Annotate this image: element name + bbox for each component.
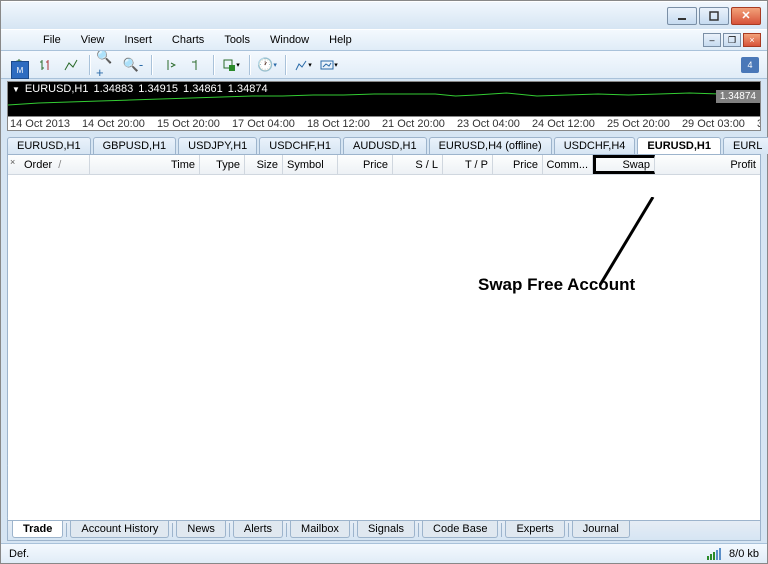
menu-view[interactable]: View bbox=[71, 32, 115, 48]
bar-chart-icon[interactable] bbox=[33, 54, 57, 76]
tab-usdjpy-h1[interactable]: USDJPY,H1 bbox=[178, 137, 257, 154]
btab-codebase[interactable]: Code Base bbox=[422, 521, 498, 538]
btab-journal[interactable]: Journal bbox=[572, 521, 630, 538]
column-headers: Order / Time Type Size Symbol Price S / … bbox=[8, 155, 760, 175]
col-order[interactable]: Order / bbox=[20, 155, 90, 174]
periods-icon[interactable]: 🕐▾ bbox=[255, 54, 279, 76]
statusbar: Def. 8/0 kb bbox=[1, 543, 767, 563]
annotation-arrow bbox=[595, 197, 655, 287]
timeline-tick: 21 Oct 20:00 bbox=[382, 118, 445, 130]
child-restore-button[interactable]: ❐ bbox=[723, 33, 741, 47]
col-price1[interactable]: Price bbox=[338, 155, 393, 174]
child-close-button[interactable]: × bbox=[743, 33, 761, 47]
col-swap[interactable]: Swap bbox=[593, 155, 655, 174]
col-tp[interactable]: T / P bbox=[443, 155, 493, 174]
chart-timeline: 14 Oct 2013 14 Oct 20:00 15 Oct 20:00 17… bbox=[7, 117, 761, 131]
templates-icon[interactable]: ▾ bbox=[291, 54, 315, 76]
minimize-button[interactable] bbox=[667, 7, 697, 25]
indicators-icon[interactable]: ▾ bbox=[219, 54, 243, 76]
timeline-tick: 14 Oct 2013 bbox=[10, 118, 70, 130]
btab-signals[interactable]: Signals bbox=[357, 521, 415, 538]
col-time[interactable]: Time bbox=[90, 155, 200, 174]
menu-help[interactable]: Help bbox=[319, 32, 362, 48]
status-traffic: 8/0 kb bbox=[729, 548, 759, 560]
btab-alerts[interactable]: Alerts bbox=[233, 521, 283, 538]
col-sl[interactable]: S / L bbox=[393, 155, 443, 174]
app-icon: M bbox=[11, 61, 29, 79]
terminal-tabs: Trade Account History News Alerts Mailbo… bbox=[8, 520, 760, 540]
tab-eurusd-h4-offline[interactable]: EURUSD,H4 (offline) bbox=[429, 137, 552, 154]
scroll-chart-icon[interactable] bbox=[157, 54, 181, 76]
timeline-tick: 23 Oct 04:00 bbox=[457, 118, 520, 130]
menu-insert[interactable]: Insert bbox=[114, 32, 162, 48]
timeline-tick: 25 Oct 20:00 bbox=[607, 118, 670, 130]
menu-window[interactable]: Window bbox=[260, 32, 319, 48]
notification-badge[interactable]: 4 bbox=[741, 57, 759, 73]
btab-mailbox[interactable]: Mailbox bbox=[290, 521, 350, 538]
titlebar: ✕ bbox=[1, 1, 767, 29]
menubar: M File View Insert Charts Tools Window H… bbox=[1, 29, 767, 51]
col-commission[interactable]: Comm... bbox=[543, 155, 593, 174]
btab-experts[interactable]: Experts bbox=[505, 521, 564, 538]
tab-audusd-h1[interactable]: AUDUSD,H1 bbox=[343, 137, 427, 154]
btab-trade[interactable]: Trade bbox=[12, 521, 63, 538]
tab-overflow[interactable]: EURL bbox=[723, 137, 768, 154]
mini-chart[interactable]: ▼ EURUSD,H1 1.34883 1.34915 1.34861 1.34… bbox=[7, 81, 761, 117]
col-profit[interactable]: Profit bbox=[655, 155, 760, 174]
timeline-tick: 18 Oct 12:00 bbox=[307, 118, 370, 130]
tab-eurusd-h1[interactable]: EURUSD,H1 bbox=[7, 137, 91, 154]
chart-price-label: 1.34874 bbox=[716, 90, 760, 103]
col-symbol[interactable]: Symbol bbox=[283, 155, 338, 174]
btab-news[interactable]: News bbox=[176, 521, 226, 538]
status-left: Def. bbox=[9, 548, 29, 560]
close-button[interactable]: ✕ bbox=[731, 7, 761, 25]
connection-bars-icon[interactable] bbox=[707, 548, 721, 560]
zoom-out-icon[interactable]: 🔍- bbox=[121, 54, 145, 76]
tab-gbpusd-h1[interactable]: GBPUSD,H1 bbox=[93, 137, 177, 154]
terminal-body: Swap Free Account bbox=[8, 175, 760, 520]
tab-usdchf-h4[interactable]: USDCHF,H4 bbox=[554, 137, 636, 154]
maximize-button[interactable] bbox=[699, 7, 729, 25]
toolbar: 🔍+ 🔍- ▾ 🕐▾ ▾ ▾ 4 bbox=[1, 51, 767, 79]
timeline-tick: 17 Oct 04:00 bbox=[232, 118, 295, 130]
timeline-tick: 29 Oct 03:00 bbox=[682, 118, 745, 130]
tab-eurusd-h1-active[interactable]: EURUSD,H1 bbox=[637, 137, 721, 154]
zoom-in-icon[interactable]: 🔍+ bbox=[95, 54, 119, 76]
terminal-close-icon[interactable]: × bbox=[10, 157, 15, 167]
menu-file[interactable]: File bbox=[33, 32, 71, 48]
btab-history[interactable]: Account History bbox=[70, 521, 169, 538]
annotation-text: Swap Free Account bbox=[478, 275, 635, 295]
col-size[interactable]: Size bbox=[245, 155, 283, 174]
menu-tools[interactable]: Tools bbox=[214, 32, 260, 48]
col-type[interactable]: Type bbox=[200, 155, 245, 174]
tab-usdchf-h1[interactable]: USDCHF,H1 bbox=[259, 137, 341, 154]
child-minimize-button[interactable]: – bbox=[703, 33, 721, 47]
shift-chart-icon[interactable] bbox=[183, 54, 207, 76]
terminal-panel: × Terminal Order / Time Type Size Symbol… bbox=[7, 154, 761, 541]
timeline-tick: 24 Oct 12:00 bbox=[532, 118, 595, 130]
menu-charts[interactable]: Charts bbox=[162, 32, 214, 48]
chart-tabs: EURUSD,H1 GBPUSD,H1 USDJPY,H1 USDCHF,H1 … bbox=[7, 134, 761, 154]
timeline-tick: 14 Oct 20:00 bbox=[82, 118, 145, 130]
col-price2[interactable]: Price bbox=[493, 155, 543, 174]
line-chart-icon[interactable] bbox=[59, 54, 83, 76]
timeline-tick: 15 Oct 20:00 bbox=[157, 118, 220, 130]
chart-sparkline bbox=[8, 92, 720, 106]
timeline-tick: 30 Oct 11:00 bbox=[757, 118, 761, 130]
strategy-tester-icon[interactable]: ▾ bbox=[317, 54, 341, 76]
